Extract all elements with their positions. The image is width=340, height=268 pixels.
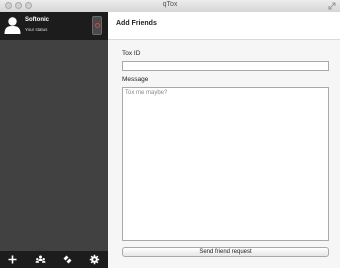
message-field[interactable] [122,87,329,241]
sidebar-toolbar [0,251,108,268]
status-button[interactable] [92,16,102,35]
group-icon[interactable] [35,254,46,265]
sidebar: Softonic Your status [0,12,108,268]
send-friend-request-button[interactable]: Send friend request [122,247,329,257]
settings-icon[interactable] [89,254,100,265]
fullscreen-icon[interactable] [328,2,336,10]
toxid-field[interactable] [122,61,329,71]
add-friend-icon[interactable] [7,254,18,265]
profile-bar: Softonic Your status [0,12,108,40]
message-label: Message [122,76,149,83]
toxid-label: Tox ID [122,50,141,57]
page-title: Add Friends [116,20,157,27]
profile-name[interactable]: Softonic [25,17,49,23]
add-friends-panel: Add Friends Tox ID Message Send friend r… [108,12,340,268]
panel-header: Add Friends [108,12,340,40]
friend-list[interactable] [0,40,108,261]
avatar-icon[interactable] [4,16,21,34]
transfers-icon[interactable] [62,254,73,265]
window-title: qTox [162,1,178,8]
status-indicator-icon [95,23,100,28]
profile-status[interactable]: Your status [25,27,47,32]
